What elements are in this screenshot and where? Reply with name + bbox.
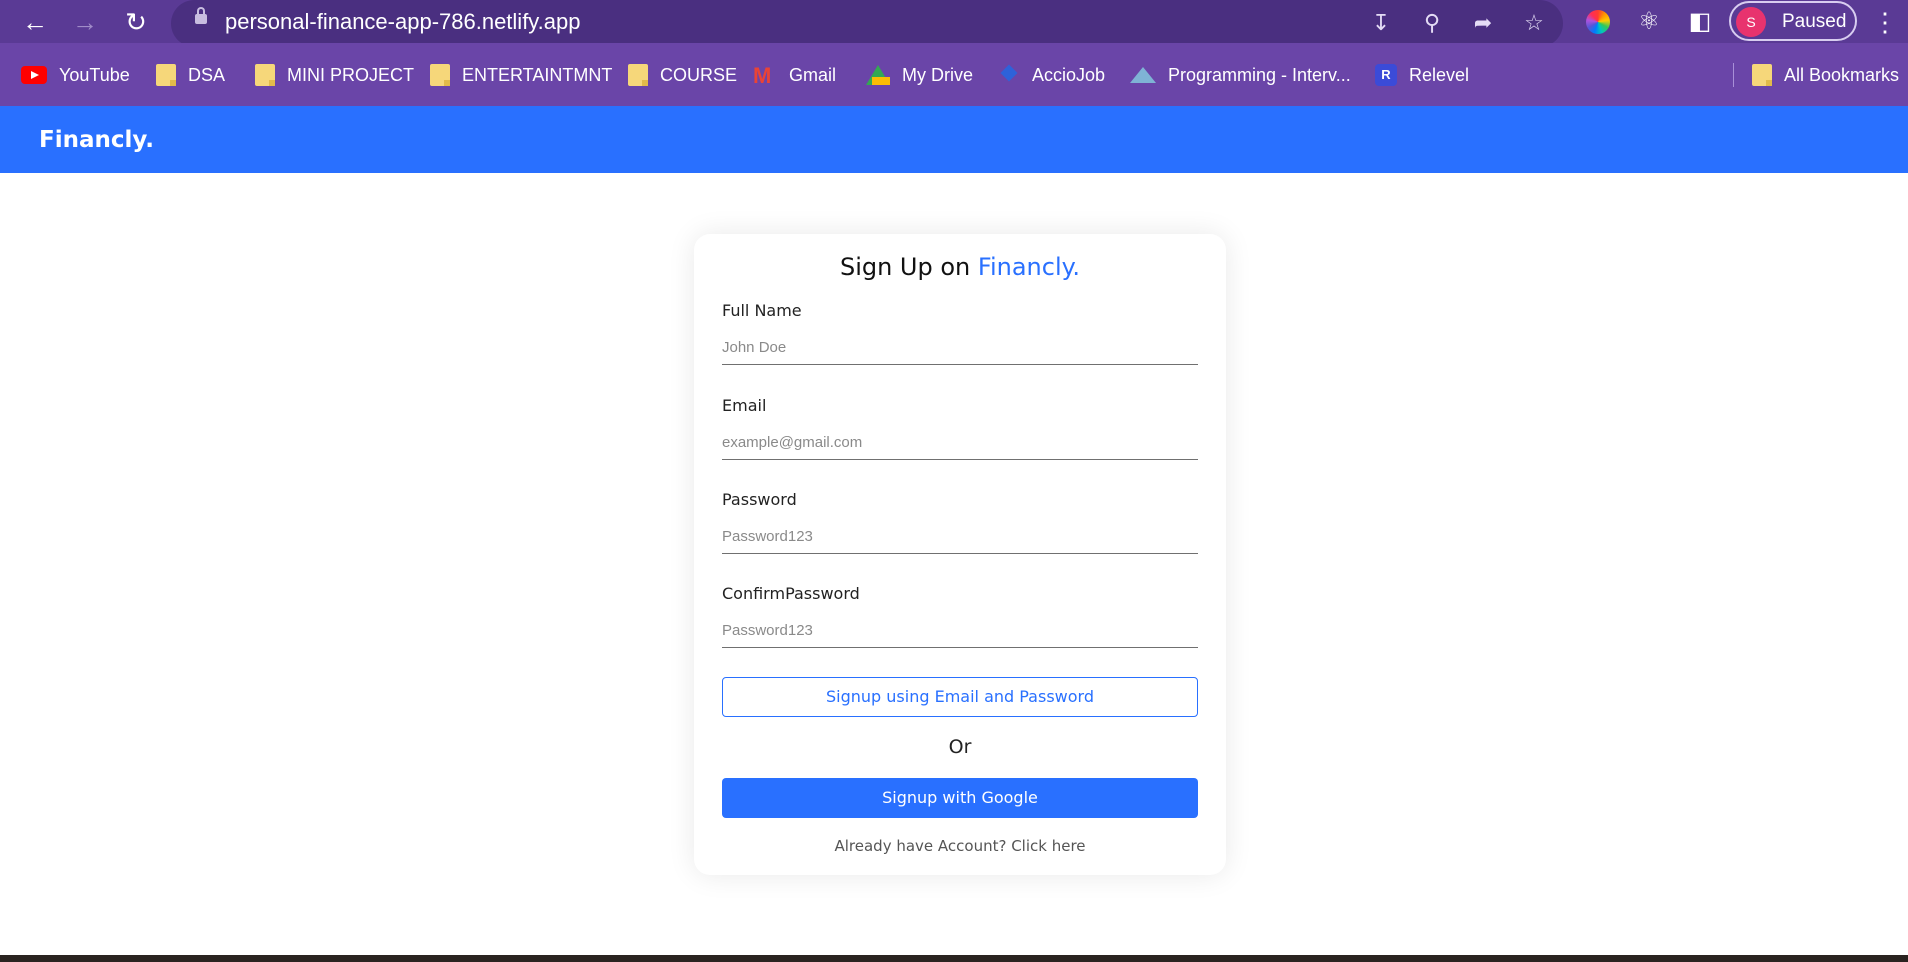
bookmark-label: AccioJob: [1032, 64, 1106, 85]
bookmark-label: Gmail: [789, 64, 837, 85]
extensions-puzzle-icon[interactable]: ⚛: [1633, 6, 1665, 38]
bookmark-all-bookmarks[interactable]: All Bookmarks: [1752, 63, 1899, 87]
bookmark-label: DSA: [188, 64, 226, 85]
signup-card: Sign Up on Financly. Full Name Email Pas…: [694, 234, 1226, 875]
signup-email-button[interactable]: Signup using Email and Password: [722, 677, 1198, 717]
bookmark-label: YouTube: [59, 64, 130, 85]
login-link[interactable]: Already have Account? Click here: [694, 837, 1226, 855]
bookmark-youtube[interactable]: YouTube: [21, 63, 130, 87]
acciojob-icon: [998, 64, 1020, 86]
avatar: S: [1736, 7, 1766, 37]
folder-icon: [156, 64, 176, 86]
password-label: Password: [722, 490, 797, 509]
programming-icon: [1130, 67, 1156, 83]
forward-arrow-icon[interactable]: →: [67, 4, 103, 40]
bookmark-mini-project[interactable]: MINI PROJECT: [255, 63, 414, 87]
star-icon[interactable]: ☆: [1519, 8, 1549, 38]
bookmark-label: My Drive: [902, 64, 973, 85]
bookmark-label: ENTERTAINTMNT: [462, 64, 613, 85]
reload-icon[interactable]: ↻: [118, 4, 154, 40]
url-text[interactable]: personal-finance-app-786.netlify.app: [225, 9, 581, 35]
menu-kebab-icon[interactable]: ⋮: [1872, 6, 1898, 38]
page-title: Sign Up on Financly.: [694, 253, 1226, 281]
confirm-password-input[interactable]: [722, 614, 1198, 648]
email-label: Email: [722, 396, 767, 415]
bookmark-label: Programming - Interv...: [1168, 64, 1351, 85]
bookmark-programming[interactable]: Programming - Interv...: [1130, 63, 1351, 87]
or-divider-text: Or: [948, 736, 972, 758]
side-panel-icon[interactable]: ◧: [1684, 6, 1716, 38]
bookmark-course[interactable]: COURSE: [628, 63, 737, 87]
lock-icon[interactable]: [195, 7, 207, 24]
zoom-icon[interactable]: ⚲: [1417, 8, 1447, 38]
app-header: Financly.: [0, 106, 1908, 173]
drive-icon: [866, 65, 890, 85]
bookmark-label: All Bookmarks: [1784, 64, 1900, 85]
bookmark-entertaintmnt[interactable]: ENTERTAINTMNT: [430, 63, 612, 87]
folder-icon: [1752, 64, 1772, 86]
share-icon[interactable]: ➦: [1468, 8, 1498, 38]
browser-toolbar: ← → ↻ personal-finance-app-786.netlify.a…: [0, 0, 1908, 47]
full-name-input[interactable]: [722, 331, 1198, 365]
bookmark-acciojob[interactable]: AccioJob: [998, 63, 1105, 87]
bookmark-relevel[interactable]: R Relevel: [1375, 63, 1469, 87]
bookmark-label: Relevel: [1409, 64, 1470, 85]
brand-logo[interactable]: Financly.: [39, 127, 154, 153]
title-prefix: Sign Up on: [839, 253, 971, 281]
full-name-label: Full Name: [722, 301, 802, 320]
youtube-icon: [21, 66, 47, 84]
bookmark-dsa[interactable]: DSA: [156, 63, 225, 87]
folder-icon: [628, 64, 648, 86]
taskbar-edge: [0, 955, 1908, 962]
profile-status: Paused: [1782, 11, 1847, 32]
relevel-icon: R: [1375, 64, 1397, 86]
folder-icon: [255, 64, 275, 86]
install-icon[interactable]: ↧: [1366, 8, 1396, 38]
back-arrow-icon[interactable]: ←: [17, 4, 53, 40]
bookmark-my-drive[interactable]: My Drive: [866, 63, 973, 87]
folder-icon: [430, 64, 450, 86]
gmail-icon: [753, 63, 777, 89]
email-input[interactable]: [722, 426, 1198, 460]
title-brand: Financly.: [977, 253, 1081, 281]
confirm-password-label: ConfirmPassword: [722, 584, 860, 603]
address-bar[interactable]: personal-finance-app-786.netlify.app ↧ ⚲…: [171, 0, 1563, 47]
signup-google-button[interactable]: Signup with Google: [722, 778, 1198, 818]
bookmarks-bar: YouTube DSA MINI PROJECT ENTERTAINTMNT C…: [0, 43, 1908, 106]
color-picker-extension-icon[interactable]: [1586, 10, 1610, 34]
profile-button[interactable]: S Paused: [1729, 1, 1857, 41]
bookmark-gmail[interactable]: Gmail: [753, 63, 837, 89]
bookmark-label: COURSE: [660, 64, 738, 85]
bookmarks-divider: [1733, 63, 1734, 87]
bookmark-label: MINI PROJECT: [287, 64, 415, 85]
password-input[interactable]: [722, 520, 1198, 554]
